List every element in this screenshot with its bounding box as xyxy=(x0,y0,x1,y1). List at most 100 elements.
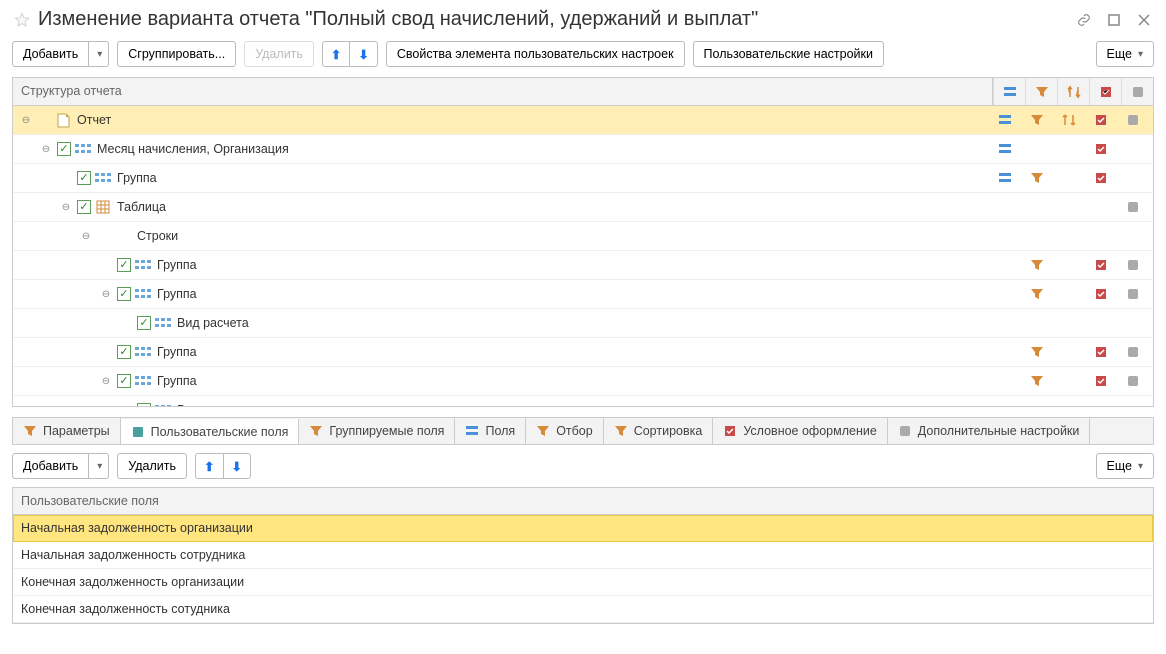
checkbox[interactable]: ✓ xyxy=(117,374,131,388)
tree-row[interactable]: ⊖✓Месяц начисления, Организация xyxy=(13,135,1153,164)
col-filter-icon[interactable] xyxy=(1025,78,1057,105)
expand-toggle[interactable]: ⊖ xyxy=(99,287,113,301)
checkbox[interactable]: ✓ xyxy=(57,142,71,156)
row-status-icon[interactable] xyxy=(1021,374,1053,388)
checkbox[interactable]: ✓ xyxy=(77,171,91,185)
tab-отбор[interactable]: Отбор xyxy=(526,418,604,444)
lower-delete-button[interactable]: Удалить xyxy=(117,453,187,479)
row-status-icon[interactable] xyxy=(1117,258,1149,272)
checkbox[interactable]: ✓ xyxy=(137,403,151,406)
lower-more-button[interactable]: Еще▾ xyxy=(1096,453,1154,479)
expand-toggle[interactable]: ⊖ xyxy=(59,200,73,214)
row-status-icon[interactable] xyxy=(989,113,1021,127)
row-status-icon[interactable] xyxy=(989,142,1021,156)
col-appearance-icon[interactable] xyxy=(1089,78,1121,105)
checkbox[interactable]: ✓ xyxy=(117,345,131,359)
checkbox[interactable]: ✓ xyxy=(117,258,131,272)
tree-row-label: Таблица xyxy=(117,200,166,214)
link-icon[interactable] xyxy=(1076,12,1092,28)
row-status-icon[interactable] xyxy=(1117,374,1149,388)
row-status-icon[interactable] xyxy=(1085,258,1117,272)
list-item[interactable]: Начальная задолженность организации xyxy=(13,515,1153,542)
list-item[interactable]: Конечная задолженность организации xyxy=(13,569,1153,596)
element-properties-button[interactable]: Свойства элемента пользовательских настр… xyxy=(386,41,685,67)
row-status-icon[interactable] xyxy=(1117,287,1149,301)
lower-add-button[interactable]: Добавить ▾ xyxy=(12,453,109,479)
tree-row[interactable]: ⊖Строки xyxy=(13,222,1153,251)
checkbox[interactable]: ✓ xyxy=(77,200,91,214)
tab-icon xyxy=(309,424,323,438)
tab-параметры[interactable]: Параметры xyxy=(13,418,121,444)
lower-move-down-button[interactable]: ⬇ xyxy=(223,453,251,479)
tree-row[interactable]: ✓Группа xyxy=(13,251,1153,280)
tree-row[interactable]: ⊖ Отчет xyxy=(13,106,1153,135)
tab-сортировка[interactable]: Сортировка xyxy=(604,418,714,444)
fields-icon xyxy=(95,170,111,186)
row-status-icon[interactable] xyxy=(1085,171,1117,185)
row-status-icon[interactable] xyxy=(1021,113,1053,127)
tab-поля[interactable]: Поля xyxy=(455,418,526,444)
list-item[interactable]: Конечная задолженность сотудника xyxy=(13,596,1153,623)
user-fields-header: Пользовательские поля xyxy=(13,488,1153,515)
tab-группируемые-поля[interactable]: Группируемые поля xyxy=(299,418,455,444)
row-status-icon[interactable] xyxy=(1117,200,1149,214)
expand-toggle[interactable]: ⊖ xyxy=(19,113,33,127)
structure-tree: Структура отчета ⊖Отчет⊖✓Месяц начислени… xyxy=(12,77,1154,407)
tree-row[interactable]: ✓Вид расчета xyxy=(13,396,1153,406)
checkbox[interactable]: ✓ xyxy=(137,316,151,330)
close-icon[interactable] xyxy=(1136,12,1152,28)
tree-row[interactable]: ✓Группа xyxy=(13,338,1153,367)
tab-label: Сортировка xyxy=(634,424,703,438)
row-status-icon[interactable] xyxy=(989,171,1021,185)
top-toolbar: Добавить ▾ Сгруппировать... Удалить ⬆ ⬇ … xyxy=(0,37,1166,77)
row-status-icon[interactable] xyxy=(1117,113,1149,127)
list-item[interactable]: Начальная задолженность сотрудника xyxy=(13,542,1153,569)
col-sort-icon[interactable] xyxy=(1057,78,1089,105)
lower-toolbar: Добавить ▾ Удалить ⬆ ⬇ Еще▾ xyxy=(0,445,1166,487)
row-status-icon[interactable] xyxy=(1053,113,1085,127)
move-up-button[interactable]: ⬆ xyxy=(322,41,349,67)
tab-дополнительные-настройки[interactable]: Дополнительные настройки xyxy=(888,418,1091,444)
col-other-icon[interactable] xyxy=(1121,78,1153,105)
row-status-icon[interactable] xyxy=(1021,287,1053,301)
lower-add-dropdown[interactable]: ▾ xyxy=(88,453,109,479)
expand-toggle[interactable]: ⊖ xyxy=(79,229,93,243)
tree-body[interactable]: ⊖Отчет⊖✓Месяц начисления, Организация ✓Г… xyxy=(13,106,1153,406)
lower-move-up-button[interactable]: ⬆ xyxy=(195,453,222,479)
expand-toggle[interactable]: ⊖ xyxy=(39,142,53,156)
row-status-icon[interactable] xyxy=(1085,345,1117,359)
row-status-icon[interactable] xyxy=(1021,258,1053,272)
row-status-icon[interactable] xyxy=(1085,113,1117,127)
move-down-button[interactable]: ⬇ xyxy=(349,41,377,67)
tree-row[interactable]: ⊖✓Группа xyxy=(13,280,1153,309)
tree-row[interactable]: ✓Группа xyxy=(13,164,1153,193)
group-button[interactable]: Сгруппировать... xyxy=(117,41,236,67)
favorite-star-icon[interactable] xyxy=(14,12,30,28)
row-status-icon[interactable] xyxy=(1085,374,1117,388)
tab-условное-оформление[interactable]: Условное оформление xyxy=(713,418,887,444)
add-button-dropdown[interactable]: ▾ xyxy=(88,41,109,67)
tree-header: Структура отчета xyxy=(13,78,993,105)
row-status-icon[interactable] xyxy=(1021,345,1053,359)
tab-пользовательские-поля[interactable]: Пользовательские поля xyxy=(121,419,300,445)
add-button[interactable]: Добавить ▾ xyxy=(12,41,109,67)
tab-label: Условное оформление xyxy=(743,424,876,438)
maximize-icon[interactable] xyxy=(1106,12,1122,28)
tree-row-label: Отчет xyxy=(77,113,111,127)
tab-icon xyxy=(614,424,628,438)
user-settings-button[interactable]: Пользовательские настройки xyxy=(693,41,884,67)
checkbox[interactable]: ✓ xyxy=(117,287,131,301)
fields-icon xyxy=(135,257,151,273)
expand-toggle[interactable]: ⊖ xyxy=(99,374,113,388)
col-fields-icon[interactable] xyxy=(993,78,1025,105)
fields-icon xyxy=(135,373,151,389)
row-status-icon[interactable] xyxy=(1085,142,1117,156)
row-status-icon[interactable] xyxy=(1085,287,1117,301)
row-status-icon[interactable] xyxy=(1117,345,1149,359)
more-button[interactable]: Еще▾ xyxy=(1096,41,1154,67)
expand-toggle xyxy=(99,258,113,272)
tree-row[interactable]: ⊖✓Группа xyxy=(13,367,1153,396)
row-status-icon[interactable] xyxy=(1021,171,1053,185)
tree-row[interactable]: ⊖ ✓ Таблица xyxy=(13,193,1153,222)
tree-row[interactable]: ✓Вид расчета xyxy=(13,309,1153,338)
